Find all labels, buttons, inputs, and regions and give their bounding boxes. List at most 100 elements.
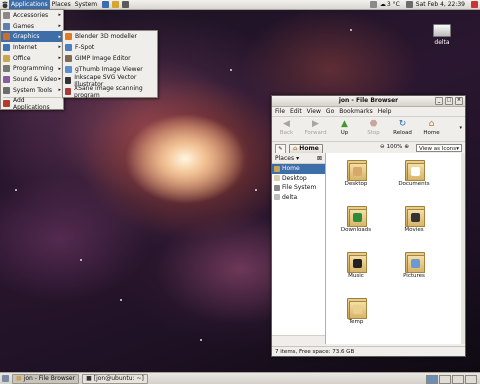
zoom-level[interactable]: 100% [387, 144, 403, 150]
gimp-icon [65, 55, 72, 62]
workspace-1[interactable] [426, 375, 438, 384]
file-item-music[interactable]: Music [336, 249, 376, 279]
close-sidebar-icon[interactable]: ⊠ [317, 155, 322, 162]
applications-menu[interactable]: Applications [9, 0, 50, 9]
zoom-in-icon[interactable]: ⊕ [404, 144, 409, 150]
file-browser-window: jon - File Browser _ □ × File Edit View Go B… [271, 95, 466, 357]
places-menu[interactable]: Places [50, 0, 73, 9]
browser-launcher-icon[interactable] [102, 1, 110, 8]
drive-icon [433, 24, 451, 37]
workspace-3[interactable] [452, 375, 464, 384]
file-item-downloads[interactable]: Downloads [336, 203, 376, 233]
folder-emblem [353, 305, 362, 314]
sidebar-item-file-system[interactable]: File System [272, 183, 325, 193]
file-item-pictures[interactable]: Pictures [394, 249, 434, 279]
location-home-button[interactable]: ⌂ Home [289, 143, 323, 154]
folder-emblem [411, 259, 420, 268]
menu-item-sound-video[interactable]: Sound & Video ▸ [1, 74, 63, 85]
submenu-item-blender-3d-modeller[interactable]: Blender 3D modeller [63, 31, 157, 42]
chevron-right-icon: ▸ [58, 33, 61, 40]
submenu-item-f-spot[interactable]: F-Spot [63, 42, 157, 53]
location-toggle-icon[interactable]: ✎ [275, 143, 286, 154]
toolbar-overflow-icon[interactable]: ▾ [459, 125, 462, 131]
submenu-item-gimp-image-editor[interactable]: GIMP Image Editor [63, 53, 157, 64]
menu-item-office[interactable]: Office ▸ [1, 53, 63, 64]
show-desktop-icon[interactable] [2, 375, 9, 382]
submenu-item-xsane-image-scanning-program[interactable]: XSane image scanning program [63, 84, 157, 99]
file-item-desktop[interactable]: Desktop [336, 157, 376, 187]
documents-folder-icon [403, 157, 425, 181]
toolbar-label: Reload [393, 130, 412, 136]
task-file-browser[interactable]: ■ jon - File Browser [12, 373, 80, 384]
menu-help[interactable]: Help [378, 108, 392, 115]
zoom-control: ⊖ 100% ⊕ [380, 144, 409, 150]
file-item-movies[interactable]: Movies [394, 203, 434, 233]
menu-view[interactable]: View [307, 108, 321, 115]
zoom-out-icon[interactable]: ⊖ [380, 144, 385, 150]
games-icon [3, 22, 10, 30]
add-applications-icon [3, 100, 10, 108]
sidebar-item-desktop[interactable]: Desktop [272, 174, 325, 184]
window-toolbar: ◀ Back ▶ Forward ▲ Up ⬣ Stop ↻ Reload ⌂ Home ▾ [272, 117, 465, 142]
workspace-2[interactable] [439, 375, 451, 384]
menu-item-label: Add Applications [12, 96, 50, 111]
weather-applet[interactable]: ☁ 3 °C [380, 1, 400, 8]
stop-icon: ⬣ [369, 119, 378, 129]
file-icon-view: Desktop Documents Downloads Movies Music Pict… [326, 153, 465, 344]
sidebar-item-home[interactable]: Home [272, 164, 325, 174]
help-launcher-icon[interactable] [122, 1, 130, 8]
file-item-temp[interactable]: Temp [336, 295, 376, 325]
chevron-down-icon: ▾ [456, 146, 459, 152]
chevron-right-icon: ▸ [58, 12, 61, 19]
system-menu[interactable]: System [73, 0, 99, 9]
up-button[interactable]: ▲ Up [330, 119, 359, 136]
menu-item-add-applications[interactable]: Add Applications [1, 96, 63, 111]
mail-launcher-icon[interactable] [112, 1, 120, 8]
sidebar-title[interactable]: Places [275, 155, 294, 162]
view-mode-select[interactable]: View as Icons ▾ [416, 144, 462, 152]
submenu-item-label: Blender 3D modeller [75, 33, 138, 40]
menu-item-programming[interactable]: Programming ▸ [1, 63, 63, 74]
clock[interactable]: Sat Feb 4, 22:39 [416, 1, 465, 8]
task-terminal[interactable]: ■ [jon@ubuntu: ~] [82, 373, 148, 384]
menu-item-games[interactable]: Games ▸ [1, 21, 63, 32]
music-folder-icon [345, 249, 367, 273]
forward-button[interactable]: ▶ Forward [301, 119, 330, 136]
maximize-button[interactable]: □ [445, 97, 453, 105]
folder-emblem [411, 167, 420, 176]
window-titlebar[interactable]: jon - File Browser _ □ × [272, 96, 465, 107]
folder-emblem [353, 259, 362, 268]
sidebar-scrollbar[interactable] [272, 335, 325, 344]
home-button[interactable]: ⌂ Home [417, 119, 446, 136]
minimize-button[interactable]: _ [435, 97, 443, 105]
menu-item-graphics[interactable]: Graphics ▸ [1, 31, 63, 43]
file-item-label: Music [348, 273, 364, 279]
folder-emblem [411, 213, 420, 222]
submenu-item-label: XSane image scanning program [74, 84, 143, 99]
menu-edit[interactable]: Edit [290, 108, 302, 115]
status-text: 7 items, Free space: 73.6 GB [275, 349, 355, 355]
reload-icon: ↻ [398, 119, 407, 129]
icon-view-scrollbar[interactable] [461, 153, 465, 344]
file-item-documents[interactable]: Documents [394, 157, 434, 187]
back-button[interactable]: ◀ Back [272, 119, 301, 136]
pictures-folder-icon [403, 249, 425, 273]
workspace-4[interactable] [465, 375, 477, 384]
reload-button[interactable]: ↻ Reload [388, 119, 417, 136]
menu-item-accessories[interactable]: Accessories ▸ [1, 10, 63, 21]
sidebar-dropdown-icon[interactable]: ▾ [296, 155, 299, 162]
volume-icon[interactable] [405, 1, 413, 8]
menu-item-internet[interactable]: Internet ▸ [1, 42, 63, 53]
menu-bookmarks[interactable]: Bookmarks [339, 108, 373, 115]
menu-file[interactable]: File [275, 108, 285, 115]
menu-item-system-tools[interactable]: System Tools ▸ [1, 85, 63, 96]
accessories-icon [3, 11, 10, 19]
close-button[interactable]: × [455, 97, 463, 105]
up-arrow-icon: ▲ [341, 119, 348, 129]
stop-button[interactable]: ⬣ Stop [359, 119, 388, 136]
network-icon[interactable] [369, 1, 377, 8]
sidebar-item-delta[interactable]: delta [272, 193, 325, 203]
menu-go[interactable]: Go [326, 108, 334, 115]
desktop-icon-delta[interactable]: delta [430, 24, 454, 46]
shutdown-icon[interactable] [471, 1, 478, 8]
